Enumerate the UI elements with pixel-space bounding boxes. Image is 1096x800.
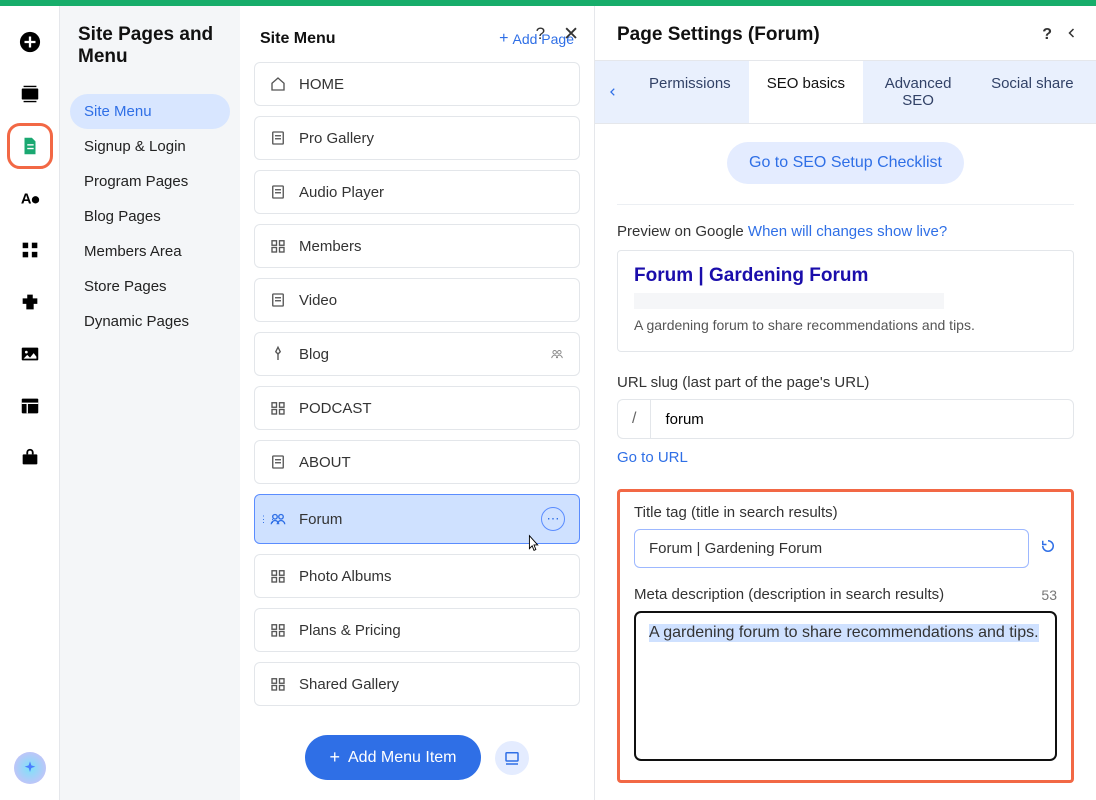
page-pro-gallery[interactable]: Pro Gallery: [254, 116, 580, 160]
reset-title-icon[interactable]: [1039, 537, 1057, 560]
page-settings-panel: Page Settings (Forum) ? Permissions SEO …: [595, 6, 1096, 800]
nav-members-area[interactable]: Members Area: [70, 234, 230, 269]
drag-handle-icon[interactable]: ⋮⋮: [259, 514, 277, 525]
title-tag-input[interactable]: [634, 529, 1029, 568]
nav-store-pages[interactable]: Store Pages: [70, 269, 230, 304]
layout-icon[interactable]: [16, 392, 44, 420]
business-icon[interactable]: [16, 444, 44, 472]
sections-icon[interactable]: [16, 80, 44, 108]
page-shared-gallery[interactable]: Shared Gallery: [254, 662, 580, 706]
highlighted-seo-section: Title tag (title in search results) Meta…: [617, 489, 1074, 783]
page-blog[interactable]: Blog: [254, 332, 580, 376]
help-icon[interactable]: ?: [536, 24, 545, 44]
addons-icon[interactable]: [16, 288, 44, 316]
preview-label: Preview on Google When will changes show…: [617, 223, 1074, 240]
url-slug-label: URL slug (last part of the page's URL): [617, 374, 1074, 391]
page-about[interactable]: ABOUT: [254, 440, 580, 484]
title-tag-label: Title tag (title in search results): [634, 504, 1057, 521]
tab-permissions[interactable]: Permissions: [631, 61, 749, 123]
meta-desc-label: Meta description (description in search …: [634, 586, 944, 603]
help-icon[interactable]: ?: [1042, 26, 1052, 44]
left-rail: A: [0, 6, 60, 800]
add-menu-item-button[interactable]: +Add Menu Item: [305, 735, 480, 780]
ai-spark-icon[interactable]: [14, 752, 46, 784]
page-members[interactable]: Members: [254, 224, 580, 268]
meta-description-input[interactable]: [634, 611, 1057, 761]
page-podcast[interactable]: PODCAST: [254, 386, 580, 430]
site-menu-panel: Site Menu +Add Page HOME Pro Gallery Aud…: [240, 6, 595, 800]
tabs-scroll-left-icon[interactable]: [595, 61, 631, 123]
cursor-icon: [523, 533, 545, 555]
page-forum[interactable]: ⋮⋮ Forum ⋯: [254, 494, 580, 544]
page-home[interactable]: HOME: [254, 62, 580, 106]
nav-site-menu[interactable]: Site Menu: [70, 94, 230, 129]
go-to-url-link[interactable]: Go to URL: [617, 449, 688, 466]
tab-advanced-seo[interactable]: Advanced SEO: [863, 61, 973, 123]
pages-icon[interactable]: [16, 132, 44, 160]
preview-changes-link[interactable]: When will changes show live?: [748, 223, 947, 240]
meta-char-count: 53: [1041, 587, 1057, 603]
apps-icon[interactable]: [16, 236, 44, 264]
google-preview-card: Forum | Gardening Forum A gardening foru…: [617, 250, 1074, 352]
svg-text:A: A: [20, 192, 31, 208]
page-plans-pricing[interactable]: Plans & Pricing: [254, 608, 580, 652]
add-icon[interactable]: [16, 28, 44, 56]
page-audio-player[interactable]: Audio Player: [254, 170, 580, 214]
pages-nav-panel: Site Pages and Menu Site Menu Signup & L…: [60, 6, 240, 800]
page-video[interactable]: Video: [254, 278, 580, 322]
close-icon[interactable]: ✕: [563, 23, 579, 46]
settings-tabs: Permissions SEO basics Advanced SEO Soci…: [595, 61, 1096, 124]
page-type-nav: Site Menu Signup & Login Program Pages B…: [60, 86, 240, 339]
design-icon[interactable]: A: [16, 184, 44, 212]
google-description: A gardening forum to share recommendatio…: [634, 317, 1057, 333]
nav-signup-login[interactable]: Signup & Login: [70, 129, 230, 164]
nav-blog-pages[interactable]: Blog Pages: [70, 199, 230, 234]
menu-layout-icon[interactable]: [495, 741, 529, 775]
media-icon[interactable]: [16, 340, 44, 368]
panel1-title: Site Pages and Menu: [78, 24, 226, 68]
site-menu-title: Site Menu: [260, 30, 336, 48]
page-photo-albums[interactable]: Photo Albums: [254, 554, 580, 598]
back-icon[interactable]: [1066, 26, 1078, 45]
settings-title: Page Settings (Forum): [617, 24, 820, 46]
nav-dynamic-pages[interactable]: Dynamic Pages: [70, 304, 230, 339]
slug-prefix: /: [617, 399, 650, 439]
google-title: Forum | Gardening Forum: [634, 265, 1057, 287]
tab-social-share[interactable]: Social share: [973, 61, 1092, 123]
seo-checklist-button[interactable]: Go to SEO Setup Checklist: [727, 142, 964, 184]
page-more-icon[interactable]: ⋯: [541, 507, 565, 531]
google-url-placeholder: [634, 293, 944, 309]
tab-seo-basics[interactable]: SEO basics: [749, 61, 863, 123]
nav-program-pages[interactable]: Program Pages: [70, 164, 230, 199]
page-list: HOME Pro Gallery Audio Player Members Vi…: [240, 62, 594, 719]
url-slug-input[interactable]: [650, 399, 1074, 439]
